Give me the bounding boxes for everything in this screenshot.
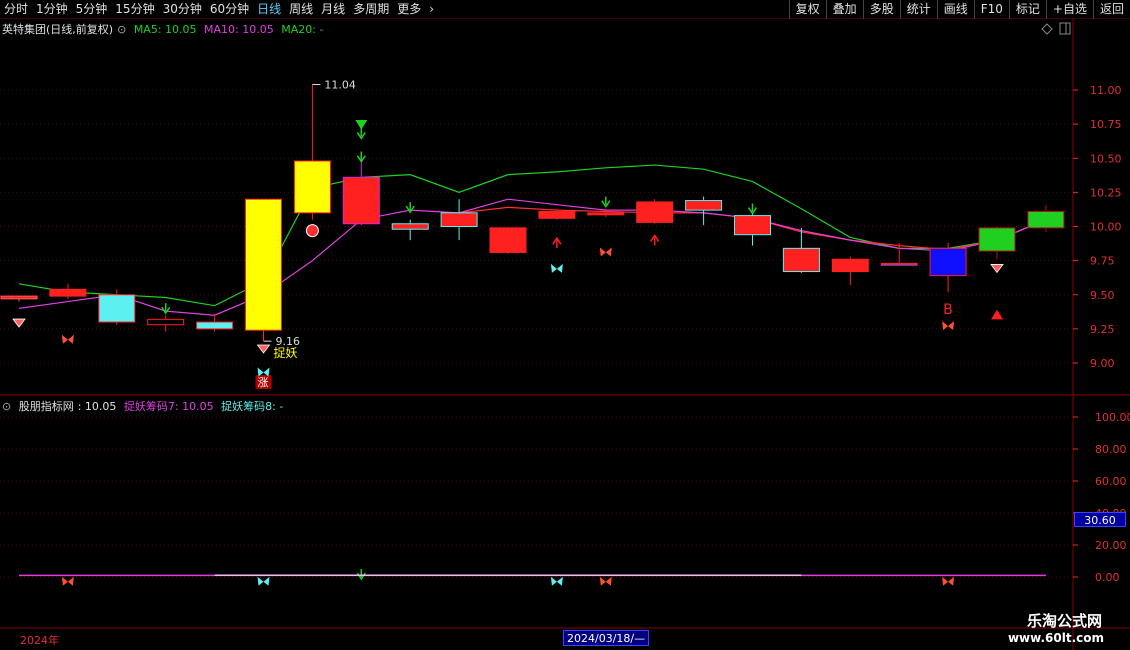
watermark-url: www.60lt.com [1007,631,1104,645]
candle-body [636,201,674,223]
panel-icon[interactable] [1059,22,1071,35]
price-tick-label: 9.75 [1090,255,1115,268]
indicator-tick-label: 0.00 [1095,571,1120,584]
candle-body [782,247,820,273]
gem-icon [256,344,271,354]
candle-body [685,200,723,211]
candle-body [489,227,527,253]
price-tick-label: 9.50 [1090,289,1115,302]
candle-body [0,295,38,300]
butterfly-icon [550,263,563,273]
crosshair-value-box: 30.60 [1074,512,1126,527]
butterfly-icon [942,576,955,586]
candle-body [440,212,478,228]
indicator-tick-label: 20.00 [1095,539,1127,552]
candle-body [929,247,967,277]
price-tick-label: 9.00 [1090,357,1115,370]
indicator-tick-label: 60.00 [1095,475,1127,488]
coin-icon [305,224,319,238]
candle-body [831,258,869,273]
year-label: 2024年 [20,634,59,647]
candle-body [734,215,771,236]
green-triangle-icon [355,120,368,130]
kline-chart[interactable]: 11.00 10.75 10.50 10.25 10.00 9.75 9.50 9.25 9.0… [0,0,1130,650]
indicator-tick-label: 100.00 [1095,411,1130,424]
zhang-label: 涨 [258,376,269,389]
candle-body [978,227,1016,252]
candle-body [538,210,576,219]
red-triangle-icon [991,309,1003,320]
ma20-line [18,164,1047,307]
price-tick-label: 10.25 [1090,186,1122,199]
butterfly-icon [599,576,612,586]
gem-icon [990,264,1004,274]
candle-body [245,198,282,331]
buy-signal-label: B [943,302,953,318]
gem-icon [12,318,26,328]
price-tick-label: 10.75 [1090,118,1122,131]
zhuoyao-label: 捉妖 [274,345,298,360]
high-price-label: 11.04 [324,79,356,92]
candle-body [391,223,429,230]
candle-body [196,321,234,330]
candle-body [293,160,331,214]
crosshair-date-box: 2024/03/18/— [563,630,650,646]
candle-body [1027,210,1065,229]
candle-body [587,212,625,216]
watermark-title: 乐淘公式网 [1026,612,1102,630]
butterfly-icon [61,334,74,344]
price-tick-label: 9.25 [1090,323,1115,336]
price-tick-label: 10.50 [1090,152,1122,165]
candle-body [98,294,136,323]
diamond-icon[interactable] [1041,23,1053,35]
candle-body [49,288,87,297]
price-tick-label: 10.00 [1090,221,1122,234]
indicator-tick-label: 80.00 [1095,443,1127,456]
candle-body [342,176,380,225]
butterfly-icon [599,247,612,257]
price-tick-label: 11.00 [1090,84,1122,97]
candle-body [147,318,185,326]
candle-body [880,262,918,266]
butterfly-icon [550,576,563,586]
ma5-line [18,198,1047,316]
butterfly-icon [257,576,270,586]
butterfly-icon [61,576,74,586]
